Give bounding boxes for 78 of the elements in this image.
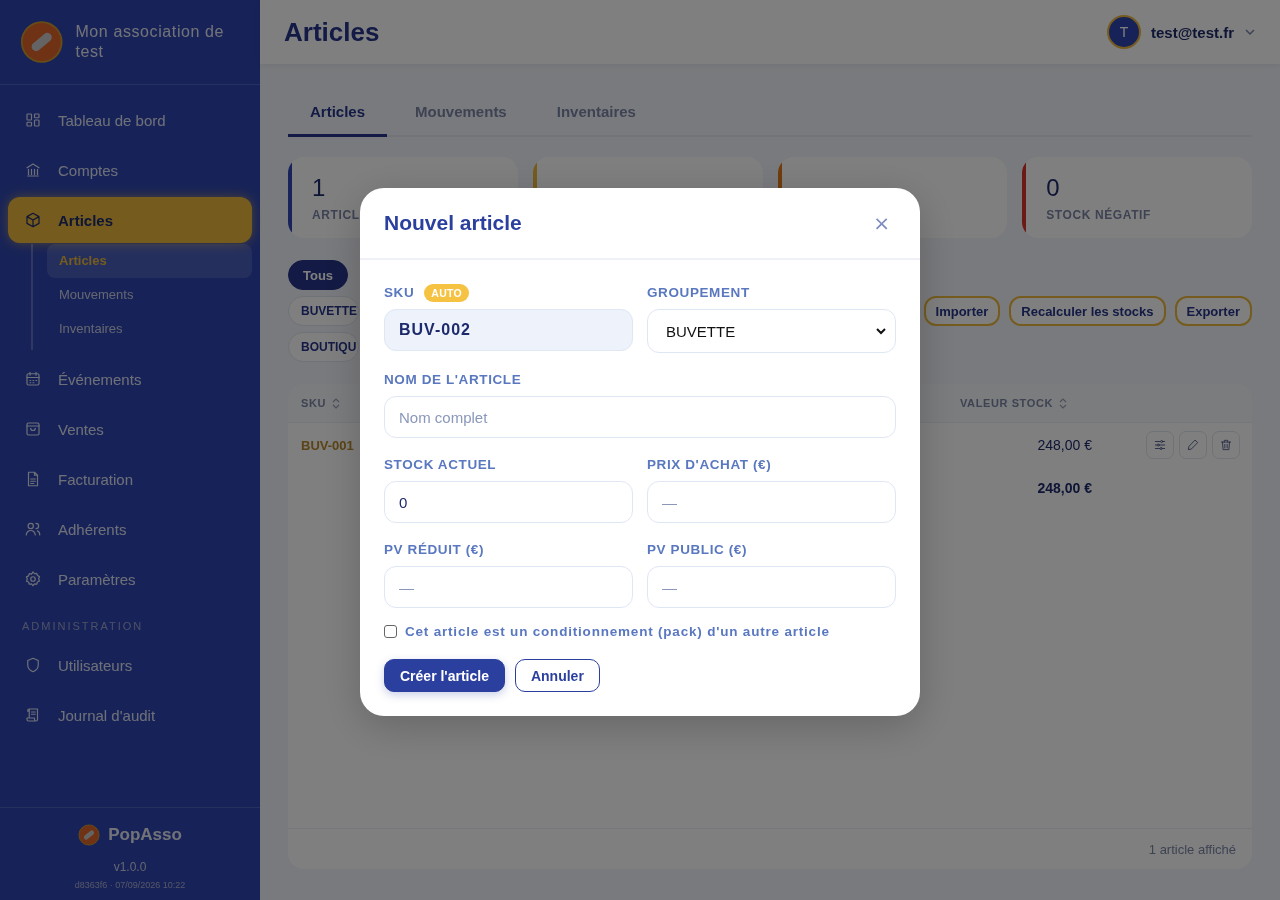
nav-item[interactable]: Adhérents bbox=[8, 506, 252, 552]
auto-badge: AUTO bbox=[424, 283, 470, 302]
calendar-icon bbox=[24, 370, 42, 388]
filter-chip[interactable]: BUVETTE bbox=[288, 296, 359, 326]
tab[interactable]: Articles bbox=[288, 90, 388, 137]
avatar[interactable]: T bbox=[1107, 15, 1141, 49]
create-button[interactable]: Créer l'article bbox=[384, 659, 505, 692]
nav-subitem[interactable]: Mouvements bbox=[47, 278, 252, 312]
bank-icon bbox=[24, 161, 42, 179]
box-icon bbox=[24, 211, 42, 229]
nav-item[interactable]: Articles bbox=[8, 197, 252, 243]
user-email[interactable]: test@test.fr bbox=[1151, 23, 1234, 41]
nav-item[interactable]: Ventes bbox=[8, 406, 252, 452]
pencil-icon bbox=[1186, 438, 1200, 452]
shield-icon bbox=[24, 656, 42, 674]
adjust-button[interactable] bbox=[1146, 431, 1174, 459]
action-button[interactable]: Recalculer les stocks bbox=[1009, 296, 1166, 326]
field-label: PV PUBLIC (€) bbox=[647, 542, 748, 557]
organization-name: Mon association de test bbox=[75, 22, 226, 62]
chevron-down-icon[interactable] bbox=[1244, 28, 1256, 36]
action-button[interactable]: Exporter bbox=[1174, 296, 1252, 326]
stat-value: 1 bbox=[312, 174, 327, 202]
column-header[interactable]: VALEUR STOCK bbox=[960, 397, 1053, 409]
tab[interactable]: Inventaires bbox=[534, 90, 658, 137]
tab[interactable]: Mouvements bbox=[393, 90, 529, 137]
total-value: 248,00 € bbox=[1036, 480, 1092, 496]
filter-chip[interactable]: Tous bbox=[288, 260, 349, 290]
cancel-button[interactable]: Annuler bbox=[514, 659, 600, 692]
chevron-down-icon bbox=[875, 327, 887, 335]
input-field[interactable]: — bbox=[647, 566, 896, 608]
logo bbox=[78, 824, 101, 846]
column-header[interactable]: SKU bbox=[301, 397, 327, 409]
delete-button[interactable] bbox=[1212, 431, 1240, 459]
stat-label: STOCK NÉGATIF bbox=[1046, 208, 1152, 222]
group-select[interactable]: BUVETTE bbox=[647, 309, 896, 353]
input-field[interactable]: — bbox=[384, 566, 633, 608]
input-field[interactable]: — bbox=[647, 481, 896, 523]
stat-value: 0 bbox=[1046, 174, 1061, 202]
version-text: v1.0.0 bbox=[113, 860, 147, 874]
field-label: SKU bbox=[384, 285, 415, 300]
brand-name: PopAsso bbox=[108, 825, 182, 845]
dialog-title: Nouvel article bbox=[384, 211, 522, 235]
checkbox[interactable] bbox=[384, 625, 397, 638]
row-count: 1 article affiché bbox=[1148, 841, 1236, 857]
field-label: PV RÉDUIT (€) bbox=[384, 542, 485, 557]
field-label: PRIX D'ACHAT (€) bbox=[647, 457, 772, 472]
nav-item[interactable]: Utilisateurs bbox=[8, 642, 252, 688]
nav-item[interactable]: Comptes bbox=[8, 147, 252, 193]
trash-icon bbox=[1219, 438, 1233, 452]
sku-field[interactable]: BUV-002 bbox=[384, 309, 633, 351]
sort-icon[interactable] bbox=[332, 397, 341, 409]
nav-item[interactable]: Paramètres bbox=[8, 556, 252, 602]
filter-chip[interactable]: BOUTIQU bbox=[288, 332, 359, 362]
table-cell: BUV-001 bbox=[301, 437, 354, 453]
sort-icon[interactable] bbox=[1058, 397, 1067, 409]
nav-item[interactable]: Tableau de bord bbox=[8, 97, 252, 143]
field-label: GROUPEMENT bbox=[647, 285, 750, 300]
users-icon bbox=[24, 520, 42, 538]
field-label: STOCK ACTUEL bbox=[384, 457, 497, 472]
nav-item[interactable]: Facturation bbox=[8, 456, 252, 502]
input-field[interactable]: Nom complet bbox=[384, 396, 896, 438]
table-cell-text: 248,00 € bbox=[1036, 437, 1092, 453]
nav-item[interactable]: Événements bbox=[8, 356, 252, 402]
close-button[interactable]: × bbox=[867, 211, 896, 235]
settings-icon bbox=[24, 570, 42, 588]
bag-icon bbox=[24, 420, 42, 438]
logo bbox=[20, 18, 64, 66]
action-button[interactable]: Importer bbox=[923, 296, 1001, 326]
sliders-icon bbox=[1153, 438, 1167, 452]
field-label: NOM DE L'ARTICLE bbox=[384, 372, 522, 387]
checkbox-label[interactable]: Cet article est un conditionnement (pack) d'un autre article bbox=[405, 624, 830, 639]
stat-label: ARTICL bbox=[312, 208, 361, 222]
nav-subitem[interactable]: Inventaires bbox=[47, 312, 252, 346]
input-field[interactable]: 0 bbox=[384, 481, 633, 523]
nav-item[interactable]: Journal d'audit bbox=[8, 692, 252, 738]
grid-icon bbox=[24, 111, 42, 129]
edit-button[interactable] bbox=[1179, 431, 1207, 459]
page-title: Articles bbox=[284, 16, 380, 48]
